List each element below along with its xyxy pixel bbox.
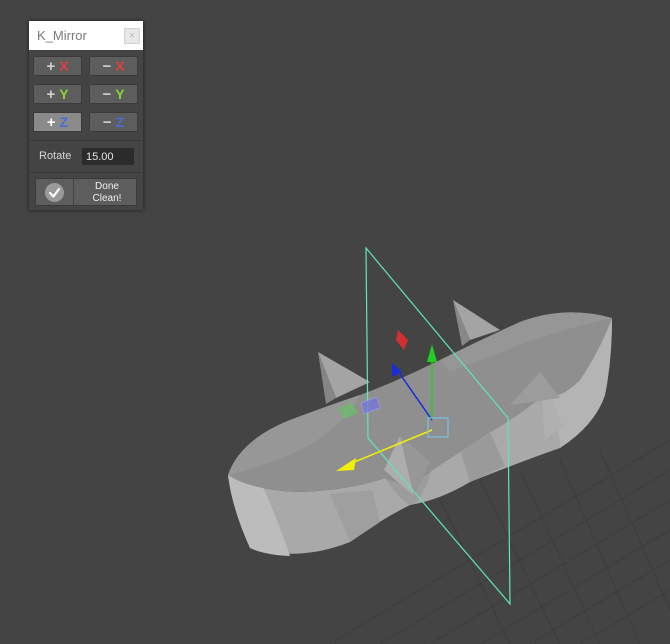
panel-titlebar[interactable]: K_Mirror × xyxy=(29,21,143,50)
axis-label: Y xyxy=(59,86,69,102)
minus-icon: − xyxy=(102,58,112,75)
rotate-input[interactable] xyxy=(82,148,134,165)
k-mirror-panel: K_Mirror × +X −X +Y −Y +Z −Z Rotate Done… xyxy=(29,21,143,210)
rotate-label: Rotate xyxy=(39,150,72,162)
plus-icon: + xyxy=(46,86,56,103)
divider xyxy=(30,140,142,141)
done-label-line2: Clean! xyxy=(92,193,122,204)
close-icon[interactable]: × xyxy=(124,28,140,44)
minus-icon: − xyxy=(102,86,112,103)
done-label-line1: Done xyxy=(95,181,119,192)
mirror-minus-x-button[interactable]: − X xyxy=(89,56,138,76)
mirror-minus-z-button[interactable]: − Z xyxy=(89,112,138,132)
axis-label: Y xyxy=(115,86,125,102)
axis-label: X xyxy=(115,58,125,74)
axis-label: Z xyxy=(59,114,69,130)
panel-title: K_Mirror xyxy=(37,28,87,43)
axis-label: X xyxy=(59,58,69,74)
button-divider xyxy=(73,179,74,205)
mirror-plus-z-button[interactable]: + Z xyxy=(33,112,82,132)
mirror-minus-y-button[interactable]: − Y xyxy=(89,84,138,104)
done-clean-label: Done Clean! xyxy=(80,181,134,205)
done-clean-button[interactable]: Done Clean! xyxy=(35,178,137,206)
plus-icon: + xyxy=(46,58,56,75)
divider xyxy=(30,172,142,173)
axis-label: Z xyxy=(115,114,125,130)
mirror-plus-y-button[interactable]: + Y xyxy=(33,84,82,104)
check-icon xyxy=(45,183,64,202)
minus-icon: − xyxy=(102,114,112,131)
plus-icon: + xyxy=(46,114,56,131)
mirror-plus-x-button[interactable]: + X xyxy=(33,56,82,76)
